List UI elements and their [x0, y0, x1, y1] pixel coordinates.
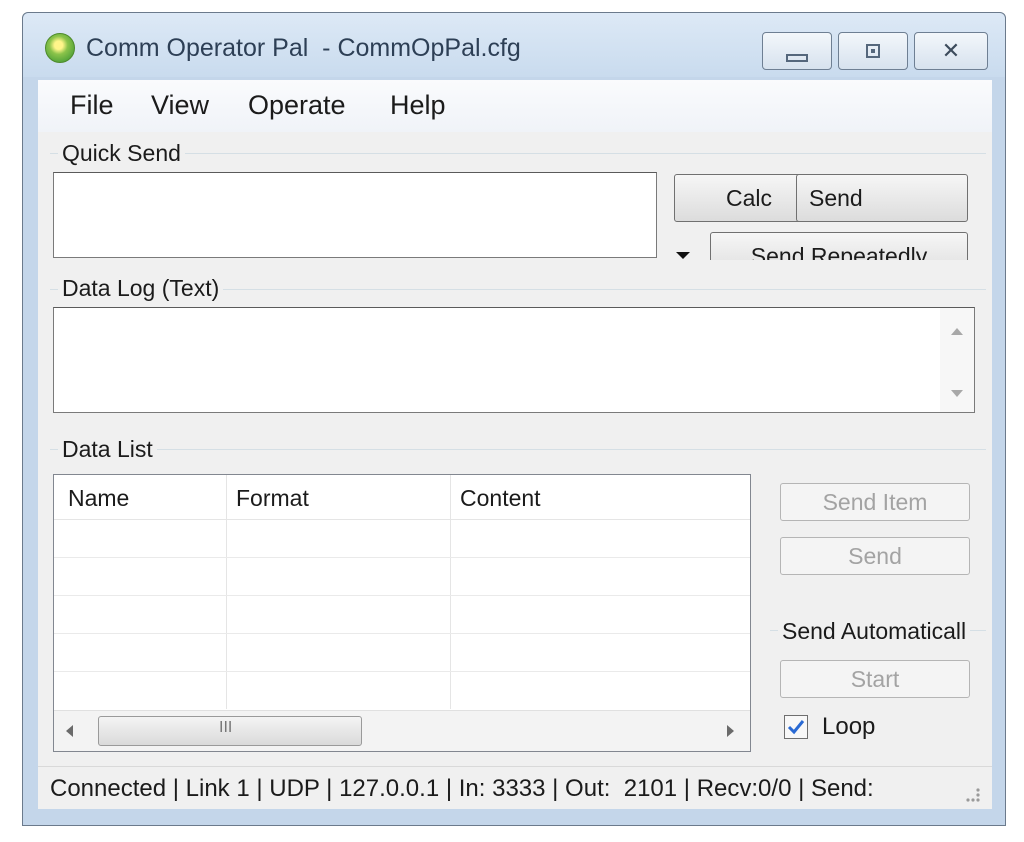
resize-grip-icon[interactable] — [960, 782, 982, 804]
start-button[interactable]: Start — [780, 660, 970, 698]
scroll-left-icon[interactable] — [66, 725, 73, 737]
scroll-right-icon[interactable] — [727, 725, 734, 737]
send-automatically-label: Send Automaticall — [778, 618, 971, 645]
close-icon: ✕ — [941, 38, 961, 63]
grid-line — [54, 595, 750, 596]
column-separator — [226, 475, 227, 709]
grip-icon: III — [219, 719, 233, 736]
grid-line — [54, 633, 750, 634]
quick-send-button[interactable]: Send — [796, 174, 968, 222]
close-button[interactable]: ✕ — [914, 32, 988, 70]
quick-send-label: Quick Send — [58, 140, 185, 167]
quick-send-group-border — [50, 153, 986, 154]
maximize-icon — [866, 44, 880, 58]
scroll-down-icon[interactable] — [951, 390, 963, 397]
maximize-button[interactable] — [838, 32, 908, 70]
status-text: Connected | Link 1 | UDP | 127.0.0.1 | I… — [50, 775, 874, 802]
window-title: Comm Operator Pal - CommOpPal.cfg — [86, 34, 521, 62]
data-list-hscrollbar[interactable]: III — [54, 710, 750, 751]
column-header-name[interactable]: Name — [68, 485, 129, 512]
calc-button[interactable]: Calc — [674, 174, 802, 222]
hscroll-thumb[interactable]: III — [98, 716, 362, 746]
send-item-button[interactable]: Send Item — [780, 483, 970, 521]
list-header: Name Format Content — [54, 475, 750, 520]
column-header-format[interactable]: Format — [236, 485, 309, 512]
data-log-label: Data Log (Text) — [58, 275, 224, 302]
app-logo-icon — [45, 33, 75, 63]
send-repeatedly-button[interactable]: Send Repeatedly — [710, 232, 968, 260]
menu-operate[interactable]: Operate — [248, 90, 346, 121]
grid-line — [54, 671, 750, 672]
data-log-textarea[interactable] — [53, 307, 975, 413]
data-list-label: Data List — [58, 436, 157, 463]
data-log-scrollbar[interactable] — [940, 308, 974, 412]
minimize-icon — [786, 54, 808, 62]
checkmark-icon — [787, 720, 805, 735]
dropdown-arrow-icon — [676, 252, 690, 259]
menu-view[interactable]: View — [151, 90, 209, 121]
data-list-view[interactable]: Name Format Content III — [53, 474, 751, 752]
menu-help[interactable]: Help — [390, 90, 446, 121]
column-separator — [450, 475, 451, 709]
quick-send-input[interactable] — [53, 172, 657, 258]
scroll-up-icon[interactable] — [951, 328, 963, 335]
column-header-content[interactable]: Content — [460, 485, 541, 512]
menu-file[interactable]: File — [70, 90, 114, 121]
minimize-button[interactable] — [762, 32, 832, 70]
grid-line — [54, 557, 750, 558]
data-list-group-border — [50, 449, 986, 450]
loop-checkbox[interactable] — [784, 715, 808, 739]
quick-send-dropdown[interactable] — [670, 244, 704, 260]
send-repeatedly-button-clip: Send Repeatedly — [710, 232, 968, 260]
loop-label: Loop — [822, 713, 876, 740]
data-list-send-button[interactable]: Send — [780, 537, 970, 575]
